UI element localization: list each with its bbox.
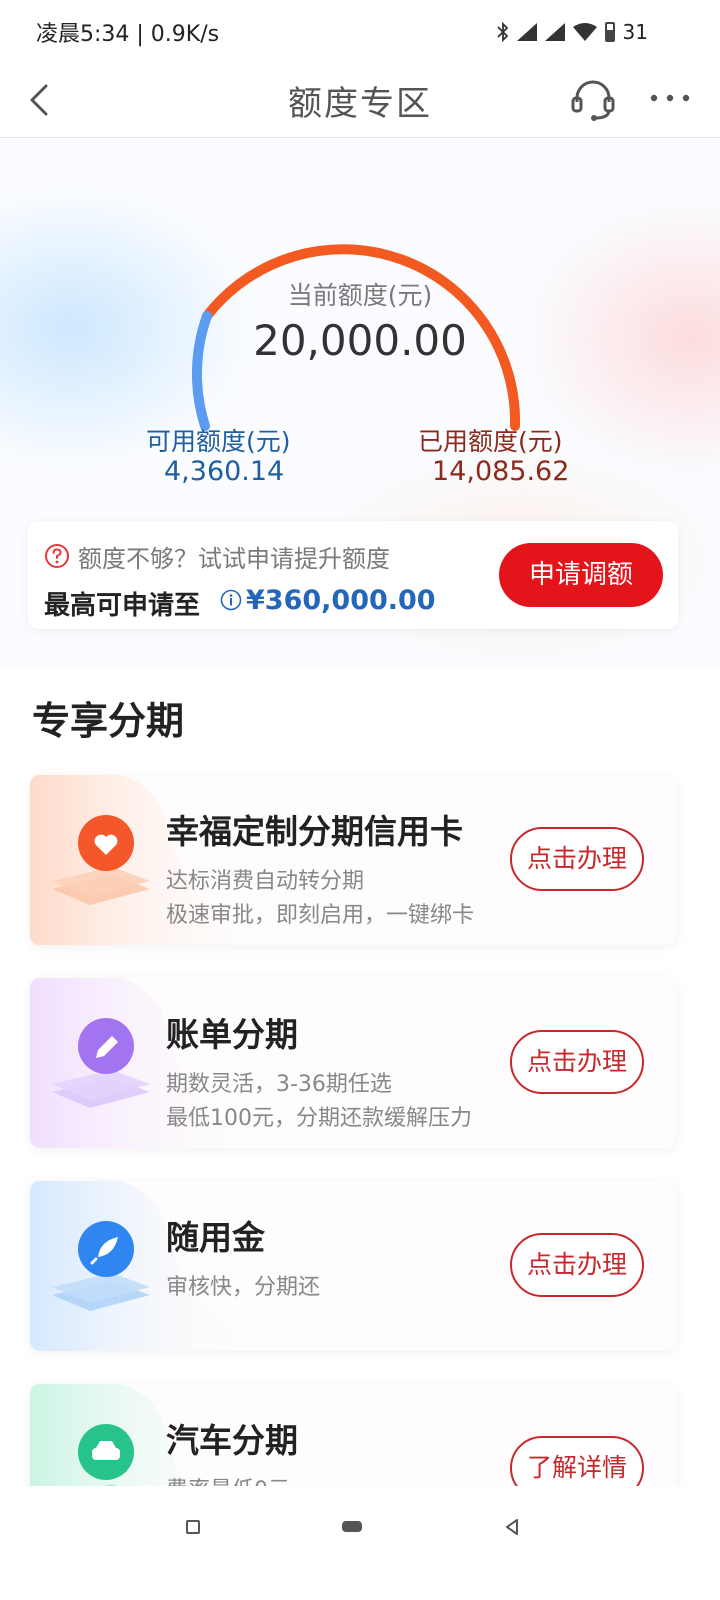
status-icons: 31 (496, 20, 648, 44)
status-bar: 凌晨5:34 | 0.9K/s 31 (0, 0, 720, 64)
pencil-icon (52, 1018, 150, 1108)
product-desc-1: 达标消费自动转分期 (166, 869, 365, 894)
system-back-icon[interactable] (504, 1518, 520, 1536)
product-card-bill-installment[interactable]: 账单分期 期数灵活，3-36期任选 最低100元，分期还款缓解压力 点击办理 (30, 978, 676, 1148)
used-limit-label: 已用额度(元) (418, 427, 563, 456)
raise-limit-card: 额度不够？试试申请提升额度 最高可申请至 ¥360,000.00 申请调额 (28, 521, 678, 629)
used-limit-value: 14,085.62 (432, 456, 570, 487)
status-time-speed: 凌晨5:34 | 0.9K/s (36, 22, 220, 47)
system-nav-bar (0, 1486, 720, 1600)
product-card-happiness-card[interactable]: 幸福定制分期信用卡 达标消费自动转分期 极速审批，即刻启用，一键绑卡 点击办理 (30, 775, 676, 945)
heart-icon (52, 815, 150, 905)
apply-button[interactable]: 点击办理 (510, 827, 644, 891)
product-title: 随用金 (166, 1218, 265, 1257)
apply-button[interactable]: 点击办理 (510, 1233, 644, 1297)
battery-level: 31 (622, 20, 648, 44)
current-limit-label: 当前额度(元) (287, 281, 433, 310)
section-title: 专享分期 (32, 699, 185, 743)
product-card-flexible-cash[interactable]: 随用金 审核快，分期还 点击办理 (30, 1181, 676, 1351)
max-limit-amount: ¥360,000.00 (246, 585, 436, 616)
raise-hint: 额度不够？试试申请提升额度 (78, 545, 390, 573)
home-icon[interactable] (342, 1521, 362, 1532)
current-limit-value: 20,000.00 (253, 316, 467, 365)
limit-panel: 当前额度(元) 20,000.00 可用额度(元) 4,360.14 已用额度(… (0, 138, 720, 668)
customer-service-icon[interactable] (568, 74, 618, 124)
bluetooth-icon (496, 22, 508, 42)
recent-apps-icon[interactable] (186, 1520, 200, 1534)
apply-raise-button[interactable]: 申请调额 (499, 543, 663, 607)
product-desc-1: 期数灵活，3-36期任选 (166, 1072, 392, 1097)
available-limit-label: 可用额度(元) (146, 427, 291, 456)
signal-icon (516, 23, 537, 41)
signal-icon-2 (544, 23, 565, 41)
available-limit-value: 4,360.14 (164, 456, 285, 487)
product-title: 账单分期 (166, 1015, 298, 1054)
product-title: 汽车分期 (166, 1421, 298, 1460)
product-title: 幸福定制分期信用卡 (166, 812, 463, 851)
max-limit-label: 最高可申请至 (44, 591, 201, 621)
rocket-icon (52, 1221, 150, 1311)
info-icon[interactable] (220, 589, 242, 611)
nav-bar: 额度专区 (0, 64, 720, 138)
wifi-icon (572, 23, 597, 41)
apply-button[interactable]: 点击办理 (510, 1030, 644, 1094)
product-desc-2: 最低100元，分期还款缓解压力 (166, 1106, 472, 1131)
battery-icon (604, 22, 615, 42)
product-desc-1: 审核快，分期还 (166, 1275, 321, 1300)
question-icon (45, 544, 69, 568)
more-icon[interactable] (648, 86, 692, 110)
product-desc-2: 极速审批，即刻启用，一键绑卡 (166, 903, 475, 928)
